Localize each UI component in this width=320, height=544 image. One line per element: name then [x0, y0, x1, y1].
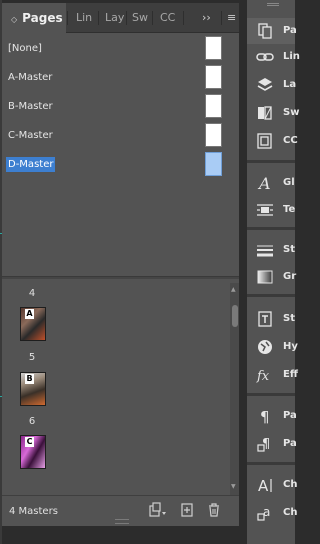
scroll-down-icon[interactable]: ▼: [231, 483, 236, 490]
dock-hyperlinks[interactable]: Hy: [247, 334, 298, 360]
svg-text:A: A: [258, 477, 269, 494]
master-count: 4 Masters: [9, 506, 58, 517]
page-thumbnail[interactable]: C: [20, 435, 46, 469]
tab-separator: [126, 11, 127, 25]
dock-group-separator: [247, 294, 295, 297]
master-row-b[interactable]: B-Master: [2, 92, 239, 121]
master-prefix: B: [25, 374, 34, 384]
dock-group-separator: [247, 462, 295, 465]
master-prefix: C: [25, 437, 34, 447]
page-number: 4: [28, 288, 36, 299]
text-wrap-icon: [257, 204, 273, 216]
pages-icon: [258, 23, 272, 39]
dock-group-separator: [247, 160, 295, 163]
dock-text-wrap[interactable]: Te: [247, 197, 295, 223]
master-thumbnail-selected[interactable]: [205, 152, 222, 176]
scrollbar-thumb[interactable]: [232, 305, 238, 327]
dock-stroke[interactable]: St: [247, 237, 295, 263]
cc-libraries-icon: [257, 133, 272, 149]
dock-group-separator: [247, 227, 295, 230]
delete-page-icon[interactable]: [207, 502, 221, 518]
paragraph-icon: ¶: [260, 408, 270, 425]
tab-separator: [221, 11, 222, 25]
dock-layers[interactable]: La: [247, 72, 296, 98]
tab-layers[interactable]: Lay: [105, 3, 124, 33]
effects-icon: fx: [256, 369, 270, 384]
panel-dock: Pa Lin La Sw CC A Gl Te St Gr St Hy fx E…: [247, 0, 300, 544]
dock-paragraph-styles[interactable]: ¶ Pa: [247, 431, 297, 457]
panel-divider[interactable]: [2, 276, 239, 279]
svg-text:fx: fx: [256, 369, 270, 384]
panel-tab-bar: ◇ Pages Lin Lay Sw CC ›› ≡: [2, 3, 239, 33]
character-icon: A: [258, 477, 272, 494]
master-row-c[interactable]: C-Master: [2, 121, 239, 150]
paragraph-styles-icon: ¶: [257, 437, 270, 452]
new-page-icon[interactable]: [180, 502, 194, 518]
dock-story[interactable]: St: [247, 306, 295, 332]
master-label-selected[interactable]: D-Master: [6, 157, 56, 172]
glyphs-icon: A: [257, 174, 271, 192]
pages-panel: ◇ Pages Lin Lay Sw CC ›› ≡ [None] A-Maste…: [2, 3, 239, 526]
panel-resize-grip[interactable]: [115, 519, 129, 524]
collapse-arrows-icon[interactable]: ◇: [11, 15, 17, 24]
tab-separator: [98, 11, 99, 25]
character-styles-icon: a: [257, 505, 270, 521]
layers-icon: [257, 78, 273, 91]
page-thumbnail[interactable]: B: [20, 372, 46, 406]
swatches-icon: [258, 106, 272, 120]
dock-cc-libraries[interactable]: CC: [247, 128, 298, 154]
svg-text:A: A: [257, 174, 271, 192]
tab-separator: [183, 11, 184, 25]
dock-gradient[interactable]: Gr: [247, 264, 296, 290]
master-thumbnail[interactable]: [205, 65, 222, 89]
tab-links[interactable]: Lin: [76, 3, 96, 33]
dock-group-separator: [247, 393, 295, 396]
master-thumbnail[interactable]: [205, 36, 222, 60]
hyperlinks-icon: [258, 340, 272, 354]
master-label: B-Master: [8, 101, 53, 112]
tab-separator: [67, 11, 68, 25]
dock-effects[interactable]: fx Eff: [247, 362, 298, 388]
pages-scrollbar[interactable]: ▲ ▼: [230, 283, 239, 495]
master-thumbnail[interactable]: [205, 94, 222, 118]
tab-cc-libraries[interactable]: CC: [160, 3, 178, 33]
story-icon: [258, 311, 272, 327]
svg-text:¶: ¶: [260, 408, 270, 425]
dock-glyphs[interactable]: A Gl: [247, 170, 295, 196]
dock-paragraph[interactable]: ¶ Pa: [247, 403, 297, 429]
dock-pages[interactable]: Pa: [247, 18, 297, 44]
dock-character-styles[interactable]: a Ch: [247, 500, 297, 526]
panel-menu-icon[interactable]: ≡: [227, 3, 236, 33]
tab-pages[interactable]: ◇ Pages: [2, 3, 66, 33]
scroll-up-icon[interactable]: ▲: [231, 286, 236, 293]
master-label: [None]: [8, 43, 42, 54]
tab-swatches[interactable]: Sw: [132, 3, 149, 33]
stroke-icon: [257, 245, 273, 257]
page-number: 6: [28, 416, 36, 427]
master-row-a[interactable]: A-Master: [2, 63, 239, 92]
tab-overflow-icon[interactable]: ››: [202, 3, 211, 33]
dock-grip[interactable]: [267, 3, 279, 6]
links-icon: [256, 53, 274, 61]
master-label: A-Master: [8, 72, 53, 83]
master-row-d[interactable]: D-Master: [2, 150, 239, 179]
dock-swatches[interactable]: Sw: [247, 100, 299, 126]
tab-separator: [152, 11, 153, 25]
master-prefix: A: [25, 309, 34, 319]
dock-links[interactable]: Lin: [247, 44, 300, 70]
master-thumbnail[interactable]: [205, 123, 222, 147]
gradient-icon: [257, 270, 273, 284]
master-row-none[interactable]: [None]: [2, 34, 239, 63]
dock-character[interactable]: A Ch: [247, 472, 297, 498]
edit-page-size-icon[interactable]: [148, 502, 168, 518]
page-number: 5: [28, 352, 36, 363]
page-thumbnail[interactable]: A: [20, 307, 46, 341]
master-label: C-Master: [8, 130, 53, 141]
